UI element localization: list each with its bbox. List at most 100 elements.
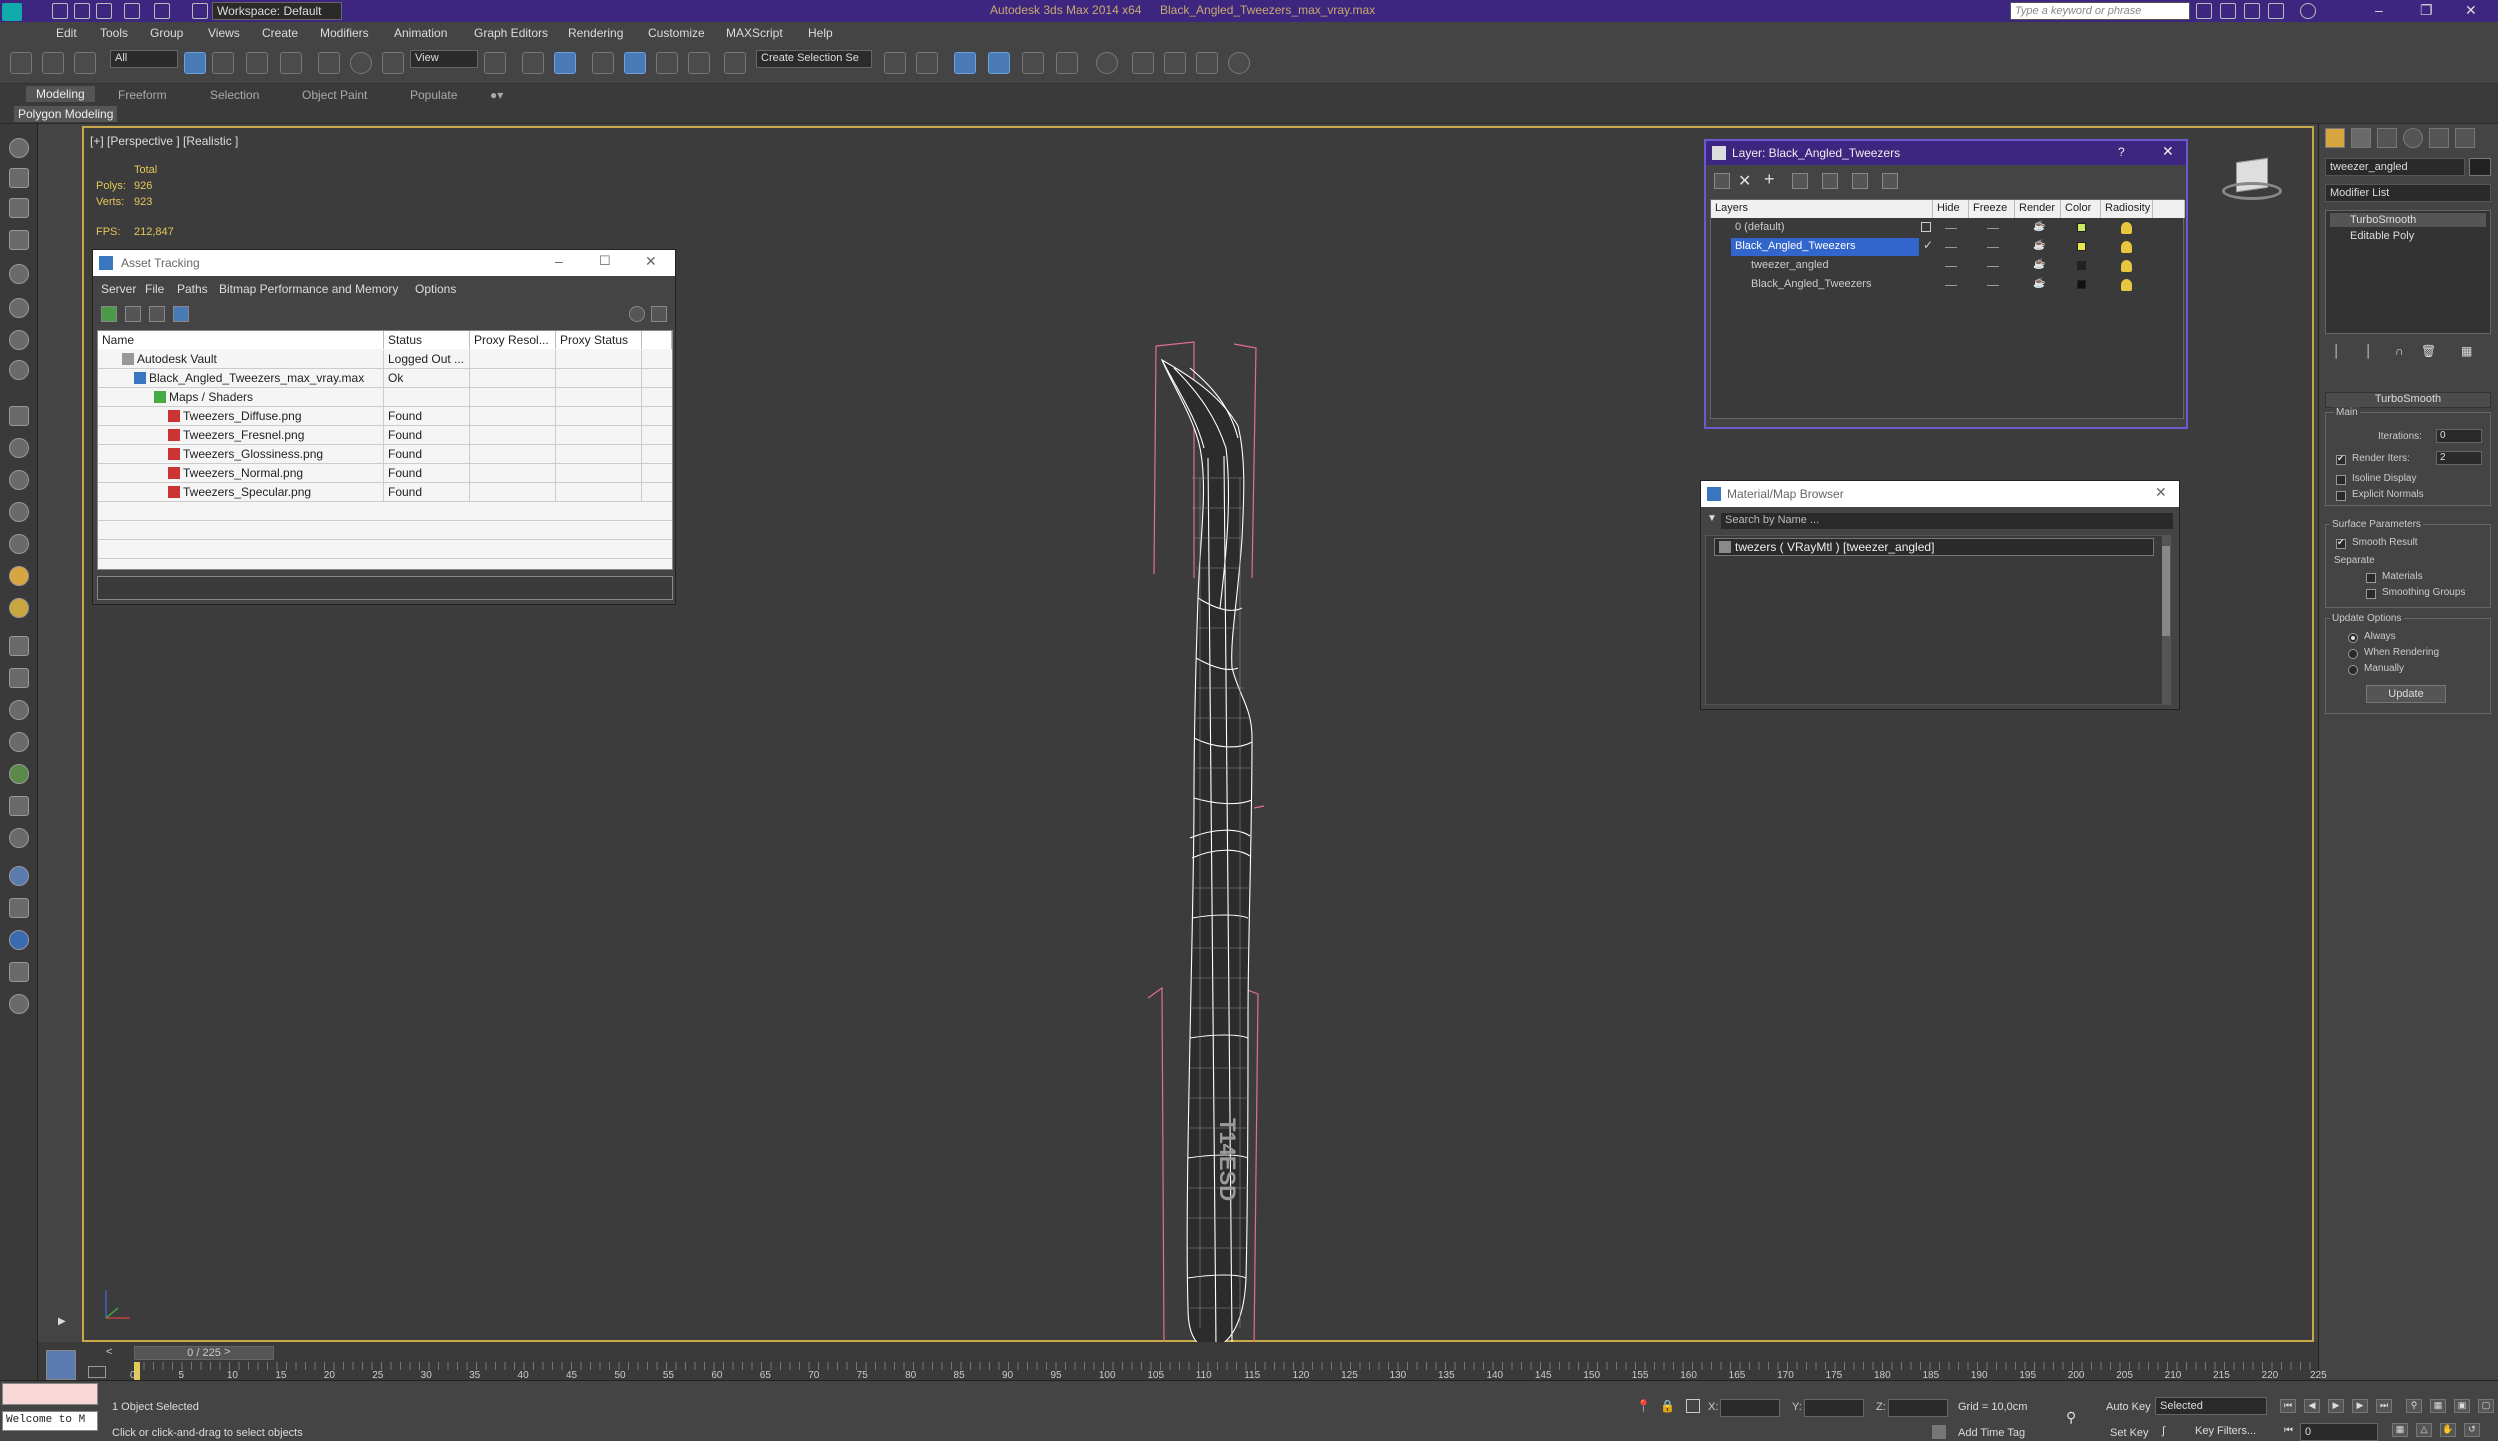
col-radiosity[interactable]: Radiosity [2101, 200, 2153, 218]
render-iterative-icon[interactable] [1228, 52, 1250, 74]
asset-menu-bitmap-performance[interactable]: Bitmap Performance and Memory [219, 282, 398, 296]
col-layers[interactable]: Layers [1711, 200, 1933, 218]
table-row[interactable]: Autodesk Vault Logged Out ... [98, 350, 672, 369]
go-to-start-icon[interactable]: ⏮ [2280, 1399, 2296, 1413]
toggle-ribbon-icon[interactable] [988, 52, 1010, 74]
close-icon[interactable]: ✕ [2465, 2, 2477, 19]
menu-animation[interactable]: Animation [394, 26, 447, 40]
hide-toggle[interactable] [1945, 247, 1957, 248]
menu-modifiers[interactable]: Modifiers [320, 26, 369, 40]
key-selection-dropdown[interactable]: Selected [2155, 1397, 2267, 1415]
menu-create[interactable]: Create [262, 26, 298, 40]
col-proxy-status[interactable]: Proxy Status [556, 331, 642, 349]
mirror-icon[interactable] [884, 52, 906, 74]
set-key-button[interactable]: Set Key [2110, 1427, 2149, 1439]
menu-customize[interactable]: Customize [648, 26, 705, 40]
viewcube[interactable] [2222, 157, 2282, 208]
layer-row[interactable]: tweezer_angled ☕ [1711, 257, 2185, 276]
smoothing-groups-checkbox[interactable] [2366, 589, 2376, 599]
motion-tab-icon[interactable] [2403, 128, 2423, 148]
material-item[interactable]: twezers ( VRayMtl ) [tweezer_angled] [1714, 538, 2154, 556]
menu-maxscript[interactable]: MAXScript [726, 26, 783, 40]
menu-tools[interactable]: Tools [100, 26, 128, 40]
create-tab-icon[interactable] [2325, 128, 2345, 148]
torus-primitive-icon[interactable] [9, 502, 29, 522]
radiosity-bulb-icon[interactable] [2121, 241, 2132, 253]
pin-stack-icon[interactable]: │ [2333, 344, 2341, 358]
highlight-selected-icon[interactable] [1822, 173, 1838, 189]
always-radio[interactable] [2348, 633, 2358, 643]
x-coordinate-field[interactable] [1720, 1399, 1780, 1417]
layer-dialog[interactable]: Layer: Black_Angled_Tweezers ? ✕ ✕ + Lay… [1704, 139, 2188, 429]
rendered-frame-window-icon[interactable] [1164, 52, 1186, 74]
delete-layer-icon[interactable]: ✕ [1738, 171, 1751, 191]
display-tab-icon[interactable] [2429, 128, 2449, 148]
stack-item-turbosmooth[interactable]: TurboSmooth [2330, 213, 2486, 227]
project-folder-icon[interactable] [192, 3, 208, 19]
asset-menu-file[interactable]: File [145, 282, 164, 296]
hide-all-layers-icon[interactable] [1852, 173, 1868, 189]
key-mode-toggle-icon[interactable]: ⏮ [2284, 1425, 2293, 1436]
table-row[interactable]: Tweezers_Normal.png Found [98, 464, 672, 483]
menu-edit[interactable]: Edit [56, 26, 77, 40]
light-icon[interactable] [9, 566, 29, 586]
menu-group[interactable]: Group [150, 26, 183, 40]
radiosity-bulb-icon[interactable] [2121, 260, 2132, 272]
percent-snap-icon[interactable] [656, 52, 678, 74]
asset-tracking-titlebar[interactable]: Asset Tracking – ☐ ✕ [93, 250, 675, 276]
schematic-view-icon[interactable] [1056, 52, 1078, 74]
manually-radio[interactable] [2348, 665, 2358, 675]
add-time-tag[interactable]: Add Time Tag [1958, 1427, 2025, 1439]
refresh-icon[interactable] [101, 306, 117, 322]
render-setup-icon[interactable] [1132, 52, 1154, 74]
set-key-icon[interactable]: ⚲ [2066, 1409, 2076, 1426]
workspace-dropdown[interactable]: Workspace: Default [212, 2, 342, 20]
selection-filter-dropdown[interactable]: All [110, 50, 178, 68]
list-view-icon[interactable] [125, 306, 141, 322]
hide-toggle[interactable] [1945, 285, 1957, 286]
hierarchy-tab-icon[interactable] [2377, 128, 2397, 148]
move-icon[interactable] [318, 52, 340, 74]
material-list-scrollbar[interactable] [2162, 536, 2170, 704]
configure-modifier-sets-icon[interactable]: ▦ [2461, 344, 2472, 358]
render-tool-icon[interactable] [9, 360, 29, 380]
table-view-icon[interactable] [173, 306, 189, 322]
align-icon[interactable] [916, 52, 938, 74]
layer-dialog-titlebar[interactable]: Layer: Black_Angled_Tweezers ? ✕ [1706, 141, 2186, 165]
menu-rendering[interactable]: Rendering [568, 26, 623, 40]
col-render[interactable]: Render [2015, 200, 2061, 218]
geosphere-icon[interactable] [9, 598, 29, 618]
asset-help-icon[interactable] [629, 306, 645, 322]
isoline-display-checkbox[interactable] [2336, 475, 2346, 485]
show-end-result-icon[interactable]: │ [2365, 344, 2373, 358]
subscription-icon[interactable] [2220, 3, 2236, 19]
hierarchy-tool-icon[interactable] [9, 198, 29, 218]
scale-icon[interactable] [382, 52, 404, 74]
table-row[interactable]: Black_Angled_Tweezers_max_vray.max Ok [98, 369, 672, 388]
table-row[interactable]: Tweezers_Specular.png Found [98, 483, 672, 502]
time-slider[interactable]: 0 / 225 [134, 1346, 274, 1360]
utilities-tab-icon[interactable] [2455, 128, 2475, 148]
left-help-icon[interactable] [9, 994, 29, 1014]
render-teapot-icon[interactable]: ☕ [2033, 259, 2045, 270]
pan-view-icon[interactable]: ✋ [2440, 1423, 2456, 1437]
make-unique-icon[interactable]: ∩ [2395, 344, 2404, 358]
helper-icon[interactable] [9, 668, 29, 688]
col-name[interactable]: Name [98, 331, 384, 349]
track-bar-toggle-icon[interactable] [88, 1366, 106, 1378]
modifier-list-dropdown[interactable]: Modifier List [2325, 184, 2491, 202]
radiosity-bulb-icon[interactable] [2121, 279, 2132, 291]
materials-checkbox[interactable] [2366, 573, 2376, 583]
select-link-icon[interactable] [10, 52, 32, 74]
render-teapot-icon[interactable]: ☕ [2033, 240, 2045, 251]
infocenter-binoculars-icon[interactable] [2196, 3, 2212, 19]
stack-item-editable-poly[interactable]: Editable Poly [2330, 229, 2486, 243]
material-browser-close-icon[interactable]: ✕ [2155, 484, 2167, 501]
create-tool-icon[interactable] [9, 138, 29, 158]
angle-snap-icon[interactable] [624, 52, 646, 74]
mini-listener-icon[interactable] [46, 1350, 76, 1380]
ribbon-tab-selection[interactable]: Selection [210, 88, 259, 102]
cone-primitive-icon[interactable] [9, 534, 29, 554]
asset-settings-icon[interactable] [651, 306, 667, 322]
sphere-primitive-icon[interactable] [9, 470, 29, 490]
